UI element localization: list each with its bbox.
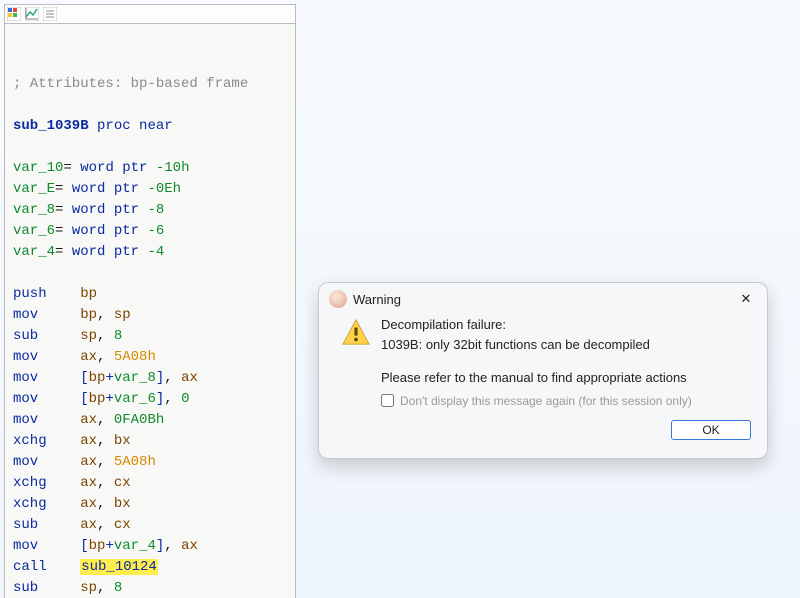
toolbar-sheet-icon[interactable] <box>43 7 57 21</box>
dialog-line1: Decompilation failure: <box>381 315 755 335</box>
ok-button[interactable]: OK <box>671 420 751 440</box>
dont-show-again-label: Don't display this message again (for th… <box>400 392 692 410</box>
dont-show-again-checkbox[interactable] <box>381 394 394 407</box>
dialog-title: Warning <box>353 292 735 307</box>
warning-triangle-icon <box>341 317 371 347</box>
dialog-titlebar[interactable]: Warning ✕ <box>319 283 767 313</box>
disasm-toolbar <box>5 5 295 24</box>
warning-dialog: Warning ✕ Decompilation failure: 1039B: … <box>318 282 768 459</box>
dialog-close-button[interactable]: ✕ <box>735 289 757 309</box>
dialog-line3: Please refer to the manual to find appro… <box>381 368 755 388</box>
dialog-line2: 1039B: only 32bit functions can be decom… <box>381 335 755 355</box>
dont-show-again-row[interactable]: Don't display this message again (for th… <box>381 392 755 410</box>
toolbar-chart-icon[interactable] <box>25 7 39 21</box>
dialog-text: Decompilation failure: 1039B: only 32bit… <box>381 315 755 410</box>
disassembly-pane: ; Attributes: bp-based frame sub_1039B p… <box>4 4 296 598</box>
disassembly-body[interactable]: ; Attributes: bp-based frame sub_1039B p… <box>5 24 295 598</box>
app-face-icon <box>329 290 347 308</box>
toolbar-palette-icon[interactable] <box>7 7 21 21</box>
